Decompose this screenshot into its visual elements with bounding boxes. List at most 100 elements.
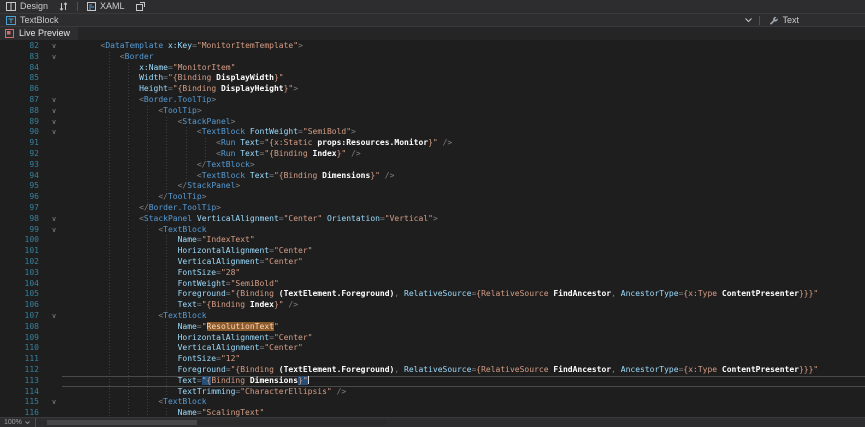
fold-chevron-icon[interactable]: ∨ (46, 127, 62, 138)
scrollbar-thumb[interactable] (47, 420, 197, 425)
code-line-86[interactable]: 86 Height="{Binding DisplayHeight}"> (0, 84, 865, 95)
fold-chevron-icon[interactable]: ∨ (46, 397, 62, 408)
code-line-91[interactable]: 91 <Run Text="{x:Static props:Resources.… (0, 138, 865, 149)
code-line-89[interactable]: 89∨ <StackPanel> (0, 117, 865, 128)
code-line-104[interactable]: 104 FontWeight="SemiBold" (0, 279, 865, 290)
line-number[interactable]: 112 (0, 365, 46, 376)
horizontal-scrollbar[interactable] (47, 420, 387, 425)
line-number[interactable]: 113 (0, 376, 46, 387)
fold-chevron-icon[interactable]: ∨ (46, 214, 62, 225)
code-text: <TextBlock (62, 225, 865, 236)
line-number[interactable]: 84 (0, 63, 46, 74)
live-preview-tab-label: Live Preview (19, 27, 70, 40)
code-line-88[interactable]: 88∨ <ToolTip> (0, 106, 865, 117)
fold-chevron-icon[interactable]: ∨ (46, 41, 62, 52)
fold-chevron-icon[interactable]: ∨ (46, 106, 62, 117)
code-line-113[interactable]: 113 Text="{Binding Dimensions}" (0, 376, 865, 387)
code-line-107[interactable]: 107∨ <TextBlock (0, 311, 865, 322)
code-line-84[interactable]: 84 x:Name="MonitorItem" (0, 63, 865, 74)
code-line-100[interactable]: 100 Name="IndexText" (0, 235, 865, 246)
code-line-111[interactable]: 111 FontSize="12" (0, 354, 865, 365)
chevron-down-icon[interactable] (745, 18, 752, 23)
line-number[interactable]: 97 (0, 203, 46, 214)
breadcrumb-element[interactable]: TextBlock (4, 14, 61, 26)
code-editor[interactable]: 82∨ <DataTemplate x:Key="MonitorItemTemp… (0, 40, 865, 427)
xaml-tab[interactable]: XAML (85, 0, 127, 13)
popout-button[interactable] (134, 0, 147, 13)
preview-tab-bar: Live Preview (0, 26, 865, 40)
code-line-92[interactable]: 92 <Run Text="{Binding Index}" /> (0, 149, 865, 160)
code-line-94[interactable]: 94 <TextBlock Text="{Binding Dimensions}… (0, 171, 865, 182)
code-line-115[interactable]: 115∨ <TextBlock (0, 397, 865, 408)
code-line-112[interactable]: 112 Foreground="{Binding (TextElement.Fo… (0, 365, 865, 376)
fold-chevron-icon[interactable]: ∨ (46, 52, 62, 63)
line-number[interactable]: 100 (0, 235, 46, 246)
code-line-109[interactable]: 109 HorizontalAlignment="Center" (0, 333, 865, 344)
line-number[interactable]: 115 (0, 397, 46, 408)
code-line-103[interactable]: 103 FontSize="28" (0, 268, 865, 279)
line-number[interactable]: 94 (0, 171, 46, 182)
code-line-90[interactable]: 90∨ <TextBlock FontWeight="SemiBold"> (0, 127, 865, 138)
line-number[interactable]: 106 (0, 300, 46, 311)
breadcrumb-property[interactable]: Text (767, 14, 801, 27)
line-number[interactable]: 96 (0, 192, 46, 203)
fold-chevron-icon[interactable]: ∨ (46, 311, 62, 322)
line-number[interactable]: 95 (0, 181, 46, 192)
code-line-99[interactable]: 99∨ <TextBlock (0, 225, 865, 236)
fold-chevron-icon[interactable]: ∨ (46, 225, 62, 236)
line-number[interactable]: 93 (0, 160, 46, 171)
line-number[interactable]: 108 (0, 322, 46, 333)
line-number[interactable]: 105 (0, 289, 46, 300)
code-line-106[interactable]: 106 Text="{Binding Index}" /> (0, 300, 865, 311)
code-line-83[interactable]: 83∨ <Border (0, 52, 865, 63)
code-text: <TextBlock (62, 311, 865, 322)
line-number[interactable]: 114 (0, 387, 46, 398)
line-number[interactable]: 92 (0, 149, 46, 160)
divider (35, 418, 36, 427)
line-number[interactable]: 101 (0, 246, 46, 257)
line-number[interactable]: 102 (0, 257, 46, 268)
line-number[interactable]: 90 (0, 127, 46, 138)
zoom-control[interactable]: 100% (4, 418, 30, 427)
line-number[interactable]: 83 (0, 52, 46, 63)
line-number[interactable]: 86 (0, 84, 46, 95)
code-line-105[interactable]: 105 Foreground="{Binding (TextElement.Fo… (0, 289, 865, 300)
code-line-93[interactable]: 93 </TextBlock> (0, 160, 865, 171)
line-number[interactable]: 85 (0, 73, 46, 84)
swap-panes-button[interactable] (57, 0, 70, 13)
code-line-114[interactable]: 114 TextTrimming="CharacterEllipsis" /> (0, 387, 865, 398)
line-number[interactable]: 88 (0, 106, 46, 117)
line-number[interactable]: 87 (0, 95, 46, 106)
fold-chevron-icon[interactable]: ∨ (46, 117, 62, 128)
code-line-97[interactable]: 97 </Border.ToolTip> (0, 203, 865, 214)
code-line-96[interactable]: 96 </ToolTip> (0, 192, 865, 203)
xaml-document-icon (87, 2, 96, 11)
line-number[interactable]: 98 (0, 214, 46, 225)
line-number[interactable]: 89 (0, 117, 46, 128)
code-line-108[interactable]: 108 Name="ResolutionText" (0, 322, 865, 333)
code-line-82[interactable]: 82∨ <DataTemplate x:Key="MonitorItemTemp… (0, 41, 865, 52)
code-text: Height="{Binding DisplayHeight}"> (62, 84, 865, 95)
line-number[interactable]: 111 (0, 354, 46, 365)
code-line-101[interactable]: 101 HorizontalAlignment="Center" (0, 246, 865, 257)
line-number[interactable]: 91 (0, 138, 46, 149)
live-preview-tab[interactable]: Live Preview (0, 27, 78, 40)
line-number[interactable]: 110 (0, 343, 46, 354)
code-line-102[interactable]: 102 VerticalAlignment="Center" (0, 257, 865, 268)
line-number[interactable]: 107 (0, 311, 46, 322)
line-number[interactable]: 82 (0, 41, 46, 52)
design-tab[interactable]: Design (4, 0, 50, 13)
line-number[interactable]: 104 (0, 279, 46, 290)
code-text: Name="ResolutionText" (62, 322, 865, 333)
live-preview-icon (5, 29, 14, 38)
line-number[interactable]: 99 (0, 225, 46, 236)
code-line-87[interactable]: 87∨ <Border.ToolTip> (0, 95, 865, 106)
code-line-110[interactable]: 110 VerticalAlignment="Center" (0, 343, 865, 354)
fold-chevron-icon[interactable]: ∨ (46, 95, 62, 106)
line-number[interactable]: 109 (0, 333, 46, 344)
line-number[interactable]: 103 (0, 268, 46, 279)
code-line-85[interactable]: 85 Width="{Binding DisplayWidth}" (0, 73, 865, 84)
code-line-98[interactable]: 98∨ <StackPanel VerticalAlignment="Cente… (0, 214, 865, 225)
code-line-95[interactable]: 95 </StackPanel> (0, 181, 865, 192)
divider (77, 2, 78, 11)
